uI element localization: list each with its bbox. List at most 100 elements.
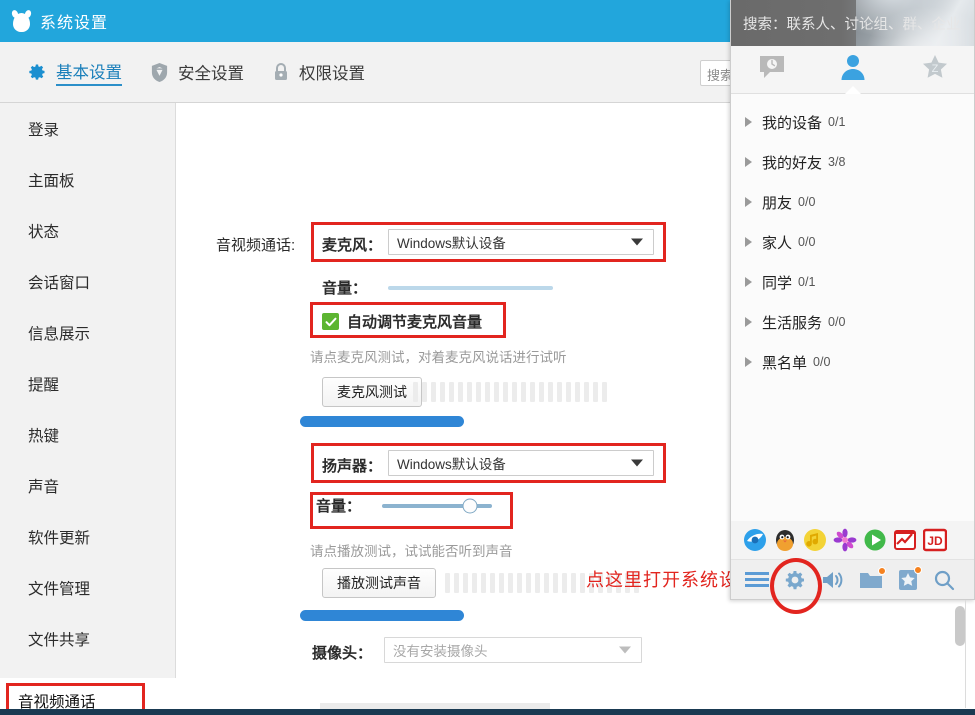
qq-tab-contacts[interactable] — [822, 46, 884, 93]
speaker-volume-slider[interactable] — [382, 498, 492, 514]
qq-group-label: 我的好友 — [762, 154, 823, 172]
volume-icon[interactable] — [821, 569, 845, 591]
scrollbar-thumb[interactable] — [955, 606, 965, 646]
lock-icon — [272, 62, 290, 82]
speaker-volume-label: 音量： — [316, 498, 362, 515]
qq-penguin-app-icon[interactable] — [773, 528, 797, 552]
qq-group-row[interactable]: 家人 0/0 — [731, 222, 974, 262]
tab-security-settings[interactable]: 安全设置 — [136, 42, 258, 102]
blue-scribble-mark-2 — [300, 610, 464, 621]
sidebar-item-login[interactable]: 登录 — [0, 103, 175, 154]
auto-adjust-mic-checkbox[interactable]: 自动调节麦克风音量 — [322, 311, 482, 332]
notification-badge — [914, 565, 922, 574]
qq-group-count: 0/1 — [798, 275, 816, 289]
qq-group-label: 朋友 — [762, 194, 793, 212]
qq-group-count: 0/0 — [813, 355, 831, 369]
qq-search-input[interactable]: 搜索：联系人、讨论组、群、企业 — [731, 8, 974, 38]
qq-group-row[interactable]: 同学 0/1 — [731, 262, 974, 302]
sidebar-item-sound[interactable]: 声音 — [0, 460, 175, 511]
qq-penguin-icon — [10, 9, 33, 32]
sidebar-item-update[interactable]: 软件更新 — [0, 511, 175, 562]
microphone-label: 麦克风： — [322, 237, 383, 254]
tab-permission-settings[interactable]: 权限设置 — [258, 42, 379, 102]
microphone-volume-slider[interactable] — [388, 286, 553, 290]
qq-group-row[interactable]: 我的好友 3/8 — [731, 142, 974, 182]
qq-group-count: 3/8 — [828, 155, 846, 169]
chevron-down-icon — [631, 459, 643, 467]
sidebar-item-chatwindow[interactable]: 会话窗口 — [0, 256, 175, 307]
contacts-icon — [840, 53, 866, 86]
qq-group-label: 我的设备 — [762, 114, 823, 132]
sidebar-item-mainpanel[interactable]: 主面板 — [0, 154, 175, 205]
folder-icon[interactable] — [859, 566, 886, 590]
window-title: 系统设置 — [40, 15, 109, 32]
qq-panel-tabs: Z — [731, 46, 974, 94]
sidebar-item-fileshare[interactable]: 文件共享 — [0, 613, 175, 664]
qq-group-label: 同学 — [762, 274, 793, 292]
qq-group-label: 生活服务 — [762, 314, 823, 332]
microphone-volume-label: 音量： — [322, 280, 368, 297]
group-star-icon: Z — [921, 53, 949, 86]
bottom-edge-strip — [0, 709, 975, 715]
music-icon[interactable] — [803, 528, 827, 552]
qq-group-row[interactable]: 朋友 0/0 — [731, 182, 974, 222]
qq-group-row[interactable]: 黑名单 0/0 — [731, 342, 974, 382]
microphone-test-button[interactable]: 麦克风测试 — [322, 377, 422, 407]
bookmark-star-icon[interactable] — [897, 565, 922, 591]
scrollbar-track — [965, 600, 966, 708]
microphone-select[interactable]: Windows默认设备 — [388, 229, 654, 255]
speaker-select[interactable]: Windows默认设备 — [388, 450, 654, 476]
qq-group-row[interactable]: 生活服务 0/0 — [731, 302, 974, 342]
search-icon[interactable] — [933, 569, 955, 591]
camera-label: 摄像头： — [312, 645, 373, 662]
tab-label: 安全设置 — [178, 65, 244, 83]
camera-select[interactable]: 没有安装摄像头 — [384, 637, 642, 663]
auto-adjust-mic-label: 自动调节麦克风音量 — [347, 314, 483, 331]
menu-icon[interactable] — [745, 571, 769, 589]
gear-icon — [27, 62, 47, 82]
checkbox-checked-icon — [322, 313, 339, 330]
speaker-volume-thumb[interactable] — [462, 498, 478, 514]
qq-tab-groups[interactable]: Z — [904, 46, 966, 93]
svg-text:Z: Z — [932, 63, 939, 75]
flower-app-icon[interactable] — [833, 528, 857, 552]
browser-icon[interactable] — [743, 528, 767, 552]
jd-icon[interactable]: JD — [923, 528, 947, 552]
video-player-icon[interactable] — [863, 528, 887, 552]
sidebar-item-infodisplay[interactable]: 信息展示 — [0, 307, 175, 358]
sidebar-item-hotkeys[interactable]: 热键 — [0, 409, 175, 460]
qq-tab-messages[interactable] — [741, 46, 803, 93]
stock-icon[interactable] — [893, 528, 917, 552]
speaker-label: 扬声器： — [322, 458, 383, 475]
chevron-right-icon — [745, 317, 752, 327]
sidebar-item-filemanage[interactable]: 文件管理 — [0, 562, 175, 613]
system-settings-window: 系统设置 基本设置 安全设置 权限设置 搜索设置项 登录 主面板 状态 会话窗口 — [0, 0, 975, 715]
camera-select-value: 没有安装摄像头 — [393, 644, 488, 659]
speaker-test-button[interactable]: 播放测试声音 — [322, 568, 436, 598]
qq-group-count: 0/0 — [798, 195, 816, 209]
chevron-down-icon — [619, 646, 631, 654]
sidebar-item-status[interactable]: 状态 — [0, 205, 175, 256]
microphone-level-meter — [413, 382, 607, 402]
speaker-select-value: Windows默认设备 — [397, 457, 506, 472]
red-ellipse-highlight — [770, 558, 822, 614]
blue-scribble-mark-1 — [300, 416, 464, 427]
qq-contact-group-list: 我的设备 0/1 我的好友 3/8 朋友 0/0 家人 0/0 同学 0/1 生活服务 0/0 黑名单 0… — [731, 94, 974, 521]
chevron-down-icon — [631, 238, 643, 246]
sidebar-item-reminder[interactable]: 提醒 — [0, 358, 175, 409]
qq-contacts-panel: 搜索：联系人、讨论组、群、企业 Z 我的设备 0/1 我的好友 3/8 朋友 0… — [730, 0, 975, 600]
chevron-right-icon — [745, 277, 752, 287]
qq-group-row[interactable]: 我的设备 0/1 — [731, 102, 974, 142]
qq-group-count: 0/0 — [828, 315, 846, 329]
chevron-right-icon — [745, 237, 752, 247]
tab-basic-settings[interactable]: 基本设置 — [13, 42, 136, 102]
qq-bottom-toolbar — [731, 559, 974, 599]
chevron-right-icon — [745, 197, 752, 207]
chevron-right-icon — [745, 357, 752, 367]
chevron-right-icon — [745, 117, 752, 127]
chevron-right-icon — [745, 157, 752, 167]
microphone-select-value: Windows默认设备 — [397, 236, 506, 251]
notification-badge — [878, 566, 886, 575]
qq-group-label: 黑名单 — [762, 354, 808, 372]
section-label-audio-video: 音视频通话: — [216, 237, 296, 254]
